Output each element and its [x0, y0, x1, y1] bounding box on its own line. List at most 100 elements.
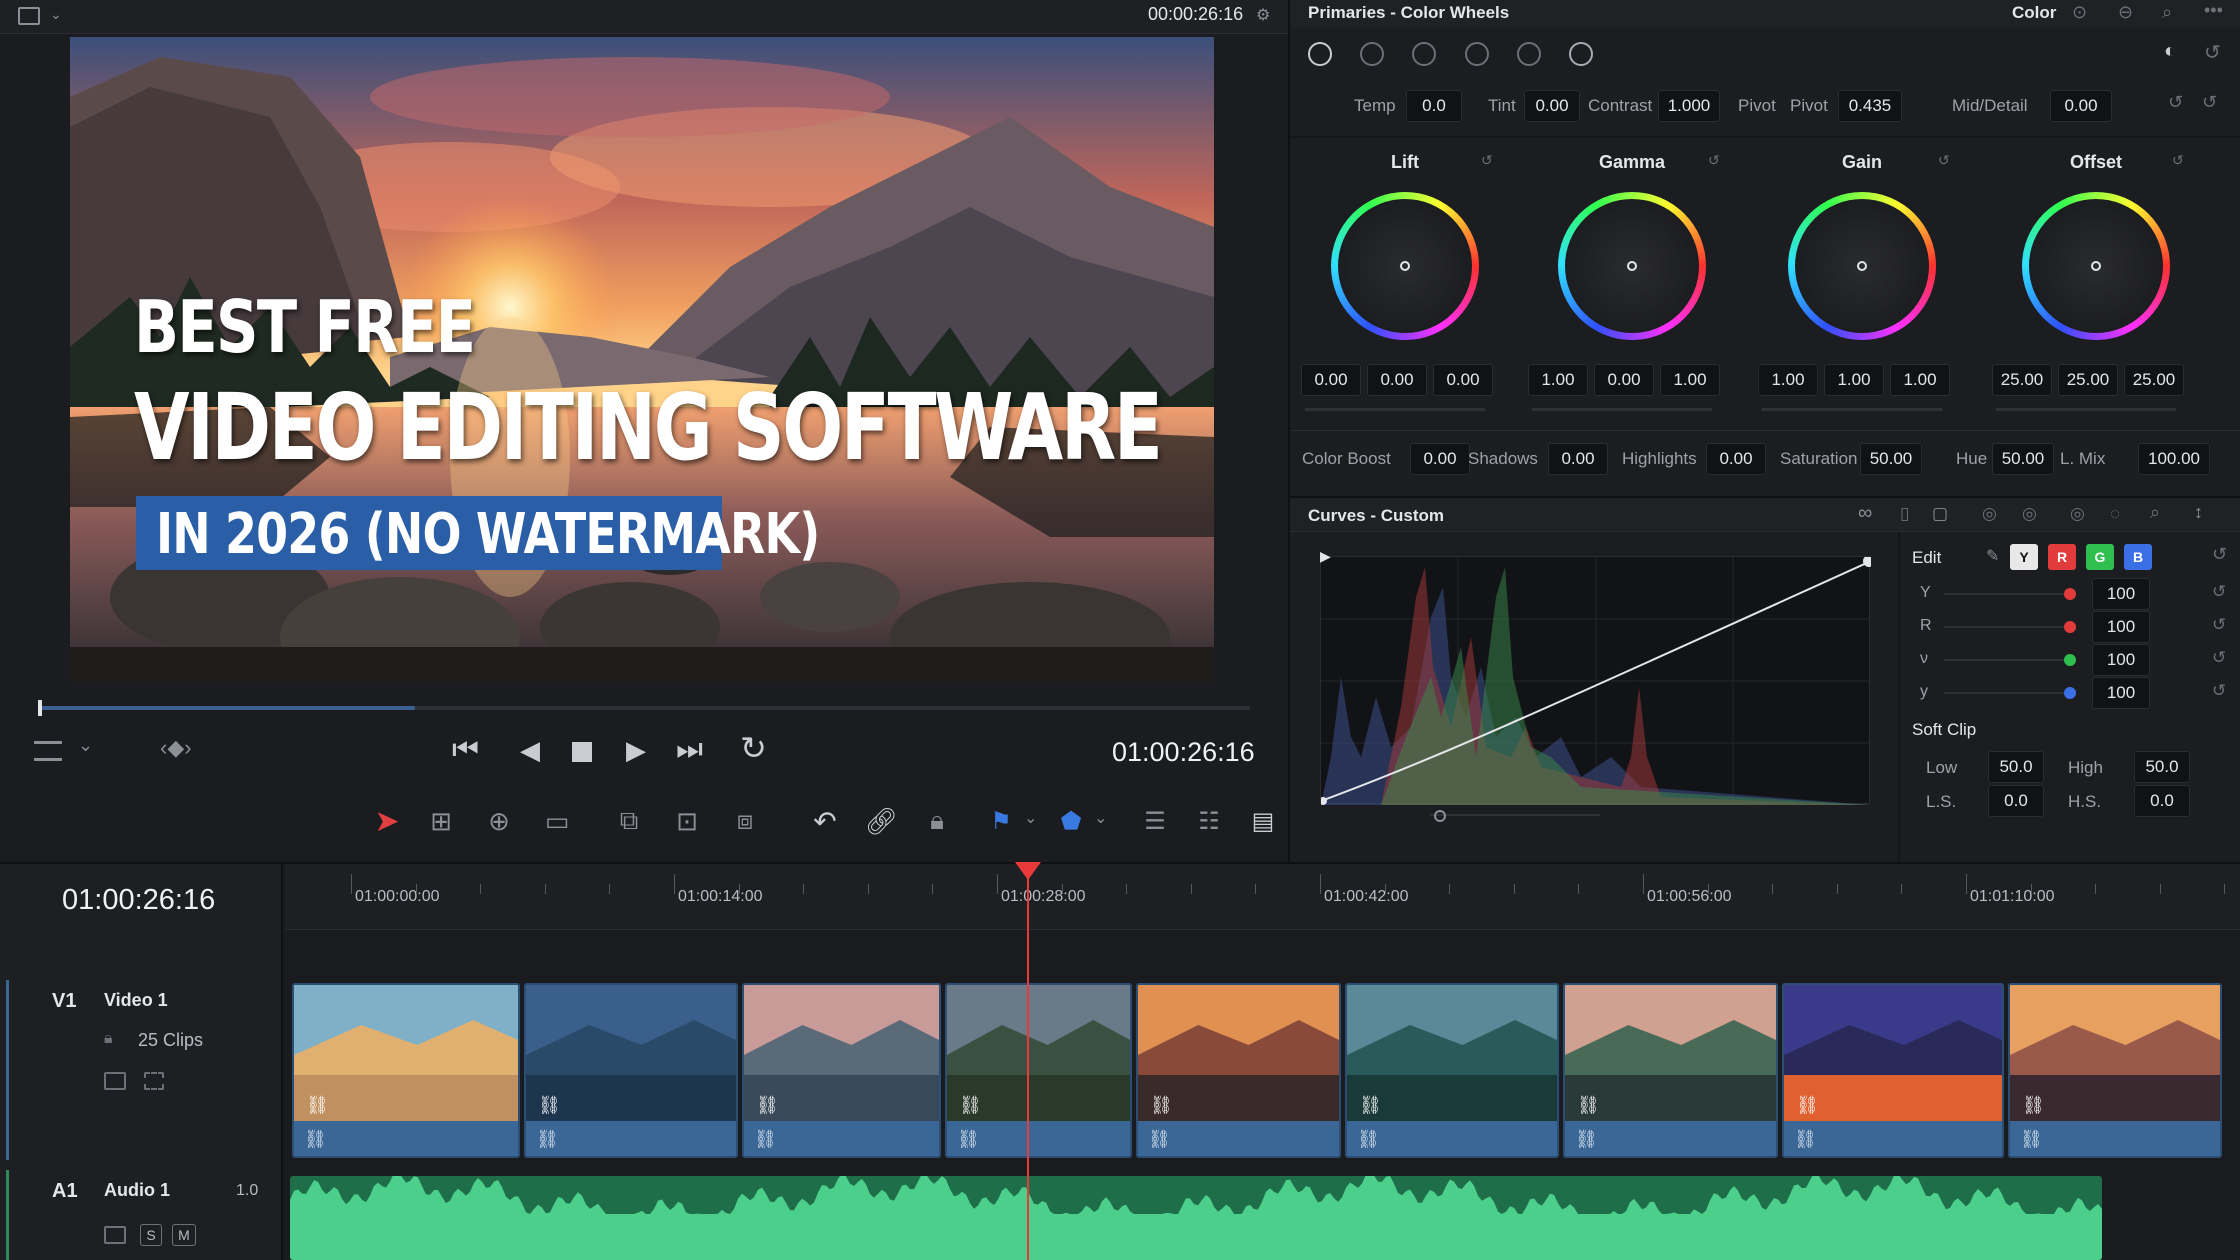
mid-detail-field[interactable]: 0.00	[2050, 90, 2112, 122]
reset-icon[interactable]: ↺	[2172, 152, 2184, 169]
wheel-master-slider[interactable]	[1305, 408, 1485, 411]
reset-icon[interactable]: ↺	[2212, 681, 2226, 701]
color-wheel[interactable]	[1331, 192, 1479, 340]
pivot-field[interactable]: 0.435	[1838, 90, 1902, 122]
video-clip[interactable]: ⛓Boat at sea⛓	[524, 983, 738, 1158]
disable-track-icon[interactable]	[144, 1072, 164, 1090]
insert-clip-icon[interactable]: ⧉	[606, 798, 652, 844]
viewer-layout-icon[interactable]	[34, 741, 62, 761]
reset-icon[interactable]: ↺	[2212, 615, 2226, 635]
search-icon[interactable]: ⌕	[2150, 502, 2160, 523]
snapping-icon[interactable]: ↶	[802, 798, 848, 844]
wheel-value-b[interactable]: 25.00	[2124, 364, 2184, 396]
tint-field[interactable]: 0.00	[1524, 90, 1580, 122]
wheel-value-g[interactable]: 0.00	[1367, 364, 1427, 396]
mode-icon-4[interactable]	[1465, 42, 1489, 66]
reset-icon[interactable]: ↺	[2202, 92, 2217, 113]
wheel-master-slider[interactable]	[1996, 408, 2176, 411]
wheel-value-r[interactable]: 25.00	[1992, 364, 2052, 396]
loop-icon[interactable]: ↻	[740, 729, 767, 767]
wheel-value-r[interactable]: 1.00	[1528, 364, 1588, 396]
jump-end-icon[interactable]: ⏭	[676, 733, 703, 767]
hue-field[interactable]: 50.00	[1992, 443, 2054, 475]
settings-icon[interactable]: ⚙	[1256, 5, 1270, 25]
wheel-master-slider[interactable]	[1762, 408, 1942, 411]
channel-slider[interactable]	[1944, 692, 2074, 694]
color-wheel[interactable]	[2022, 192, 2170, 340]
play-reverse-icon[interactable]: ◀	[520, 735, 540, 766]
curve-scroll-knob[interactable]	[1434, 810, 1446, 822]
video-clip[interactable]: ⛓Lake at dusk⛓	[1563, 983, 1778, 1158]
video-clip[interactable]: ⛓Tent under stars⛓	[1782, 983, 2004, 1158]
curve-scroll-handle[interactable]	[1430, 814, 1600, 816]
trim-tool-icon[interactable]: ⊞	[418, 798, 464, 844]
flag-icon[interactable]: ⚑	[978, 798, 1024, 844]
wheel-value-r[interactable]: 1.00	[1758, 364, 1818, 396]
curve-mode-icon[interactable]: ◌	[2110, 504, 2120, 524]
search-icon[interactable]: ⌕	[2162, 2, 2172, 23]
wheel-center-handle[interactable]	[1857, 261, 1867, 271]
curve-mode-icon[interactable]: ▯	[1900, 504, 1909, 524]
jump-start-icon[interactable]: ⏮	[452, 733, 479, 767]
keyframe-nav-icon[interactable]: ‹◆›	[160, 735, 192, 761]
channel-button-g[interactable]: G	[2086, 544, 2114, 570]
lum-mix-field[interactable]: 100.00	[2138, 443, 2210, 475]
contrast-field[interactable]: 1.000	[1658, 90, 1720, 122]
curve-mode-icon[interactable]: ◎	[2022, 504, 2037, 524]
reset-icon[interactable]: ↺	[1481, 152, 1493, 169]
video-clip[interactable]: ⛓Hiker in forest⛓	[945, 983, 1132, 1158]
reset-icon[interactable]: ⊙	[2072, 2, 2087, 23]
auto-select-icon[interactable]	[104, 1226, 126, 1244]
highlights-field[interactable]: 0.00	[1706, 443, 1766, 475]
reset-icon[interactable]: ↺	[2168, 92, 2183, 113]
mode-icon-2[interactable]	[1360, 42, 1384, 66]
playhead[interactable]	[1014, 862, 1041, 1260]
mode-icon-1[interactable]	[1308, 42, 1332, 66]
scrub-handle[interactable]	[38, 700, 42, 716]
ls-field[interactable]: 0.0	[1988, 785, 2044, 817]
compare-icon[interactable]: ⊖	[2118, 2, 2133, 23]
curve-mode-icon[interactable]: ◎	[1982, 504, 1997, 524]
scrub-bar[interactable]	[38, 700, 1250, 716]
video-clip[interactable]: ⛓Mountain lake⛓	[742, 983, 941, 1158]
channel-value[interactable]: 100	[2092, 611, 2150, 643]
video-clip[interactable]: ⛓River rafting⛓	[1345, 983, 1559, 1158]
monitor-icon[interactable]	[18, 7, 40, 25]
reset-icon[interactable]: ↺	[2212, 648, 2226, 668]
play-icon[interactable]: ▶	[626, 735, 646, 766]
lock-icon[interactable]: 🔒︎	[914, 798, 960, 844]
curve-start-handle-icon[interactable]: ▶	[1320, 548, 1331, 565]
channel-button-y[interactable]: Y	[2010, 544, 2038, 570]
curve-mode-icon[interactable]: ▢	[1932, 504, 1948, 524]
wheel-value-b[interactable]: 0.00	[1433, 364, 1493, 396]
zoom-view-icon[interactable]: ☷	[1186, 798, 1232, 844]
reset-icon[interactable]: ↺	[2212, 582, 2226, 602]
marker-icon[interactable]: ⬟	[1048, 798, 1094, 844]
custom-view-icon[interactable]: ▤	[1240, 798, 1286, 844]
solo-button[interactable]: S	[140, 1224, 162, 1246]
overwrite-clip-icon[interactable]: ⊡	[664, 798, 710, 844]
mode-icon-5[interactable]	[1517, 42, 1541, 66]
wheel-center-handle[interactable]	[2091, 261, 2101, 271]
chevron-down-icon[interactable]: ⌄	[1094, 808, 1107, 828]
wheel-value-g[interactable]: 25.00	[2058, 364, 2118, 396]
mode-icon-6[interactable]	[1569, 42, 1593, 66]
channel-value[interactable]: 100	[2092, 677, 2150, 709]
chevron-down-icon[interactable]: ⌄	[50, 6, 62, 23]
video-clip[interactable]: ⛓Sunset silhouette⛓	[1136, 983, 1341, 1158]
wheel-value-b[interactable]: 1.00	[1890, 364, 1950, 396]
wheel-value-g[interactable]: 0.00	[1594, 364, 1654, 396]
bypass-icon[interactable]: ◐	[2164, 40, 2176, 63]
wheel-value-r[interactable]: 0.00	[1301, 364, 1361, 396]
wheel-center-handle[interactable]	[1400, 261, 1410, 271]
wheel-value-b[interactable]: 1.00	[1660, 364, 1720, 396]
channel-value[interactable]: 100	[2092, 644, 2150, 676]
link-icon[interactable]: 🔗︎	[858, 798, 904, 844]
timeline-ruler[interactable]: 01:00:00:00 01:00:14:00 01:00:28:00 01:00:4…	[285, 864, 2240, 930]
color-wheel[interactable]	[1788, 192, 1936, 340]
expand-icon[interactable]: ↕	[2194, 502, 2203, 523]
stop-icon[interactable]	[572, 742, 592, 762]
curve-mode-icon[interactable]: ◎	[2070, 504, 2085, 524]
wheel-value-g[interactable]: 1.00	[1824, 364, 1884, 396]
selection-tool-icon[interactable]: ➤	[364, 798, 410, 844]
